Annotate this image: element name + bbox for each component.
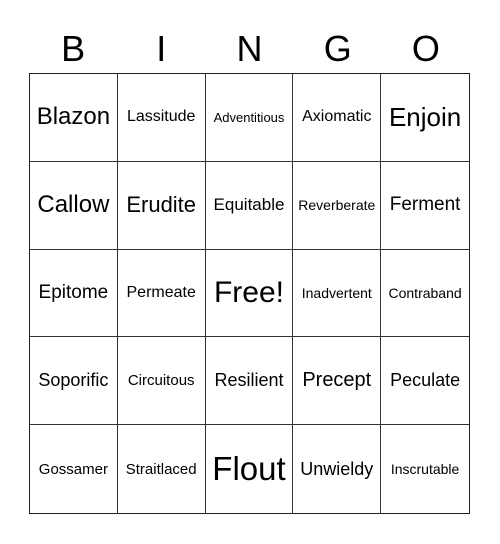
bingo-cell[interactable]: Permeate xyxy=(117,249,206,338)
bingo-cell[interactable]: Erudite xyxy=(117,161,206,250)
bingo-cell[interactable]: Precept xyxy=(293,337,382,426)
bingo-cell[interactable]: Enjoin xyxy=(381,74,469,162)
header-letter-b: B xyxy=(61,28,86,69)
bingo-cell[interactable]: Inadvertent xyxy=(293,249,382,338)
bingo-board: Blazon Lassitude Adventitious Axiomatic … xyxy=(29,73,470,514)
bingo-cell[interactable]: Ferment xyxy=(381,162,469,250)
bingo-cell[interactable]: Epitome xyxy=(30,249,118,338)
bingo-cell[interactable]: Circuitous xyxy=(117,337,206,426)
bingo-cell[interactable]: Inscrutable xyxy=(381,425,469,513)
bingo-cell[interactable]: Straitlaced xyxy=(118,425,206,513)
bingo-cell[interactable]: Callow xyxy=(30,161,118,250)
bingo-header: B I N G O xyxy=(29,26,470,72)
bingo-cell[interactable]: Unwieldy xyxy=(293,425,382,513)
header-letter-g: G xyxy=(323,28,352,69)
bingo-cell[interactable]: Reverberate xyxy=(293,161,382,250)
bingo-cell[interactable]: Lassitude xyxy=(117,74,206,162)
bingo-cell[interactable]: Peculate xyxy=(381,337,469,426)
header-letter-o: O xyxy=(411,28,440,69)
bingo-cell[interactable]: Axiomatic xyxy=(293,74,382,162)
header-letter-i: I xyxy=(156,28,167,69)
bingo-cell[interactable]: Contraband xyxy=(381,250,469,338)
bingo-cell[interactable]: Flout xyxy=(206,425,294,513)
free-space-cell[interactable]: Free! xyxy=(205,249,294,338)
bingo-cell[interactable]: Blazon xyxy=(30,74,118,162)
bingo-cell[interactable]: Resilient xyxy=(205,337,294,426)
bingo-cell[interactable]: Equitable xyxy=(205,161,294,250)
header-letter-n: N xyxy=(236,28,263,69)
bingo-cell[interactable]: Gossamer xyxy=(30,425,118,513)
bingo-cell[interactable]: Soporific xyxy=(30,337,118,426)
bingo-cell[interactable]: Adventitious xyxy=(205,74,294,162)
